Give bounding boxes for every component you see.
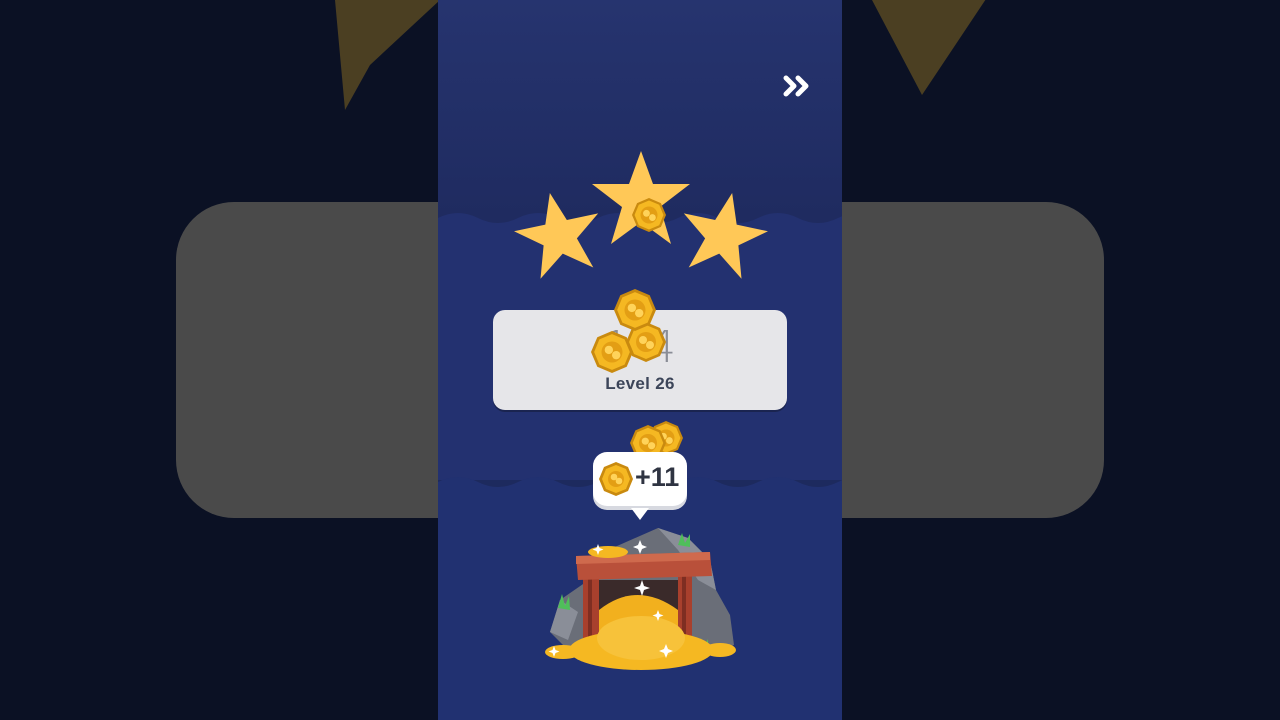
reward-bubble: +11 — [593, 452, 687, 520]
gold-coin-icon — [632, 198, 666, 232]
reward-amount: +11 — [635, 462, 680, 492]
game-screen: 1 4 Level 26 +11 — [438, 0, 842, 720]
gold-coin-icon — [591, 331, 633, 373]
gold-mine-icon — [545, 528, 736, 670]
gold-coin-icon — [599, 462, 633, 496]
backdrop-star-right-icon — [872, 0, 986, 95]
